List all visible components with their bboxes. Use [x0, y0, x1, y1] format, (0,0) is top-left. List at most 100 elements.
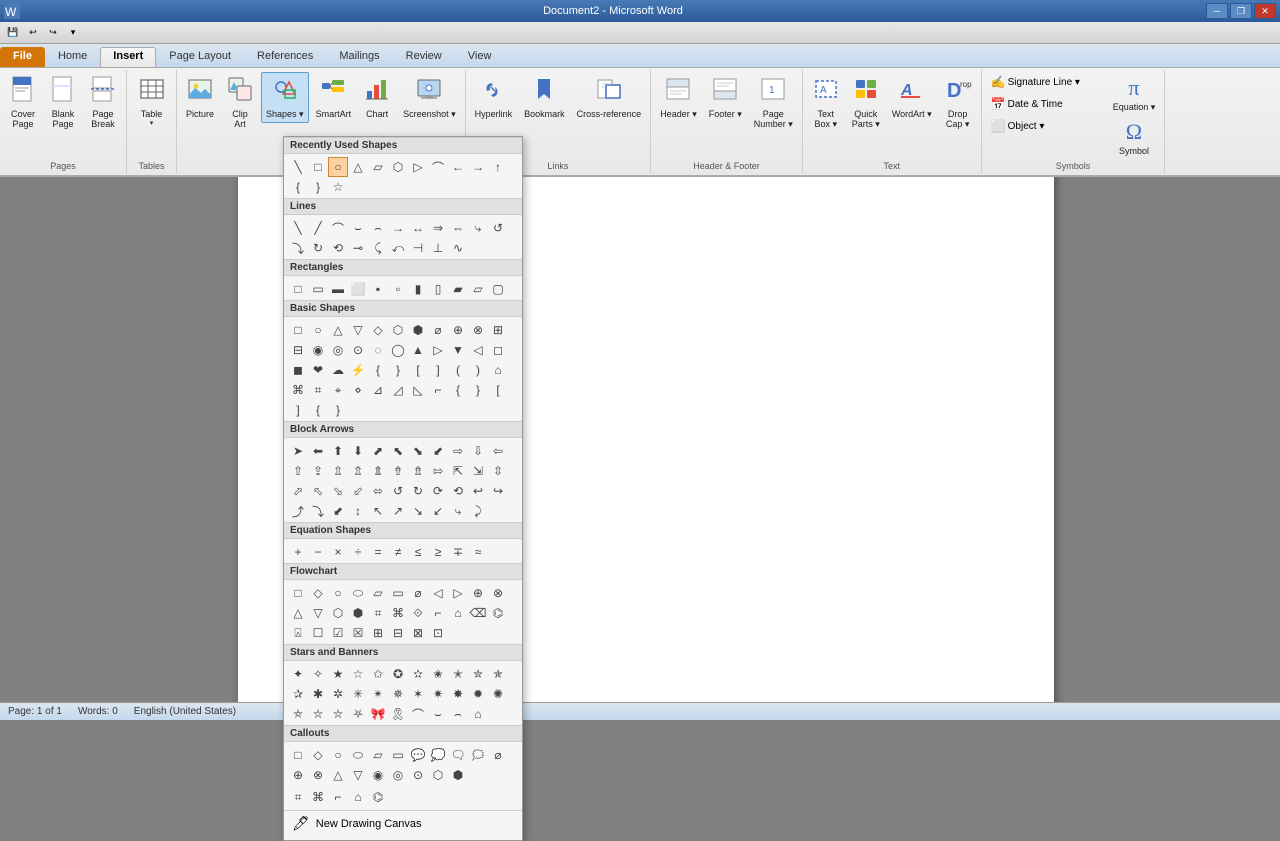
shape-item[interactable]: ) — [468, 360, 488, 380]
chart-button[interactable]: Chart — [358, 72, 396, 122]
clip-art-button[interactable]: ClipArt — [221, 72, 259, 132]
close-button[interactable]: ✕ — [1254, 3, 1276, 19]
shape-item[interactable]: → — [388, 218, 408, 238]
shape-item[interactable]: ╱ — [308, 218, 328, 238]
shape-item[interactable]: ← — [448, 157, 468, 177]
shape-item[interactable]: } — [328, 400, 348, 420]
shape-item[interactable]: ↪ — [488, 481, 508, 501]
shape-item[interactable]: ⊥ — [428, 238, 448, 258]
shape-item[interactable]: ⟳ — [428, 481, 448, 501]
header-button[interactable]: Header ▾ — [655, 72, 702, 123]
tab-view[interactable]: View — [455, 47, 505, 67]
shape-item[interactable]: ✸ — [448, 684, 468, 704]
shape-item[interactable]: ❤ — [308, 360, 328, 380]
shape-item[interactable]: ✭ — [448, 664, 468, 684]
signature-line-button[interactable]: ✍ Signature Line ▾ — [986, 72, 1106, 92]
shape-item[interactable]: ⊙ — [408, 765, 428, 785]
blank-page-button[interactable]: BlankPage — [44, 72, 82, 132]
shape-item[interactable]: ✷ — [428, 684, 448, 704]
shape-item[interactable]: ⬉ — [388, 441, 408, 461]
shape-item[interactable]: ⛧ — [348, 704, 368, 724]
shape-item[interactable]: ⌘ — [288, 380, 308, 400]
tab-references[interactable]: References — [244, 47, 326, 67]
tab-file[interactable]: File — [0, 47, 45, 67]
shape-item[interactable]: ⚡ — [348, 360, 368, 380]
shape-item[interactable]: ▷ — [448, 583, 468, 603]
minimize-button[interactable]: ─ — [1206, 3, 1228, 19]
shape-item[interactable]: ⌂ — [488, 360, 508, 380]
shape-item[interactable]: ⌐ — [428, 380, 448, 400]
shape-item-active[interactable]: ○ — [328, 157, 348, 177]
shape-item[interactable]: ⌐ — [428, 603, 448, 623]
shape-item[interactable]: ⟐ — [408, 603, 428, 623]
tab-insert[interactable]: Insert — [100, 47, 156, 67]
shape-item[interactable]: ▱ — [368, 583, 388, 603]
shape-item[interactable]: ⬆ — [328, 441, 348, 461]
shape-item[interactable]: ∿ — [448, 238, 468, 258]
shape-item[interactable]: ↑ — [488, 157, 508, 177]
shape-item[interactable]: ≠ — [388, 542, 408, 562]
shape-item[interactable]: ▽ — [348, 765, 368, 785]
shape-item[interactable]: △ — [328, 320, 348, 340]
shape-item[interactable]: ↩ — [468, 481, 488, 501]
shape-item[interactable]: ⇮ — [388, 461, 408, 481]
shape-item[interactable]: ⌗ — [308, 380, 328, 400]
shape-item[interactable]: ⬢ — [448, 765, 468, 785]
shape-item[interactable]: = — [368, 542, 388, 562]
shape-item[interactable]: ⊿ — [368, 380, 388, 400]
shape-item[interactable]: { — [288, 177, 308, 197]
shape-item[interactable]: ⬢ — [348, 603, 368, 623]
shape-item[interactable]: ≤ — [408, 542, 428, 562]
shape-item[interactable]: 💬 — [408, 745, 428, 765]
shape-item[interactable]: ◇ — [308, 583, 328, 603]
shape-item[interactable]: ⊙ — [348, 340, 368, 360]
shape-item[interactable]: ⬡ — [428, 765, 448, 785]
shape-item[interactable]: ≥ — [428, 542, 448, 562]
shape-item[interactable]: ⇩ — [468, 441, 488, 461]
shape-item[interactable]: ⤵ — [288, 238, 308, 258]
tab-review[interactable]: Review — [393, 47, 455, 67]
shape-item[interactable]: ◼ — [288, 360, 308, 380]
restore-button[interactable]: ❐ — [1230, 3, 1252, 19]
shape-item[interactable]: ↺ — [388, 481, 408, 501]
shape-item[interactable]: ✮ — [468, 664, 488, 684]
shape-item[interactable]: ⊠ — [408, 623, 428, 643]
new-drawing-canvas-button[interactable]: 🖊 New Drawing Canvas — [284, 810, 522, 836]
shape-item[interactable]: ⛥ — [308, 704, 328, 724]
bookmark-button[interactable]: Bookmark — [519, 72, 570, 122]
shape-item[interactable]: ✩ — [368, 664, 388, 684]
shape-item[interactable]: ⌐ — [328, 787, 348, 807]
shape-item[interactable]: ▷ — [428, 340, 448, 360]
tab-mailings[interactable]: Mailings — [326, 47, 392, 67]
shape-item[interactable]: ╲ — [288, 157, 308, 177]
shape-item[interactable]: ⬢ — [408, 320, 428, 340]
shape-item[interactable]: ⌣ — [428, 704, 448, 724]
shape-item[interactable]: ☆ — [328, 177, 348, 197]
shape-item[interactable]: ✰ — [288, 684, 308, 704]
shape-item[interactable]: ↔ — [408, 218, 428, 238]
shape-item[interactable]: ✱ — [308, 684, 328, 704]
shape-item[interactable]: ☑ — [328, 623, 348, 643]
wordart-button[interactable]: A WordArt ▾ — [887, 72, 937, 123]
shape-item[interactable]: ⤸ — [468, 501, 488, 521]
shape-item[interactable]: ⟲ — [448, 481, 468, 501]
shape-item[interactable]: 🗯 — [468, 745, 488, 765]
qa-save[interactable]: 💾 — [4, 24, 22, 42]
shape-item[interactable]: ⌬ — [488, 603, 508, 623]
shape-item[interactable]: ⌒ — [428, 157, 448, 177]
shape-item[interactable]: ⌣ — [348, 218, 368, 238]
footer-button[interactable]: Footer ▾ — [704, 72, 747, 123]
shape-item[interactable]: ◁ — [428, 583, 448, 603]
date-time-button[interactable]: 📅 Date & Time — [986, 94, 1106, 114]
shape-item[interactable]: ▽ — [348, 320, 368, 340]
shape-item[interactable]: □ — [288, 745, 308, 765]
shape-item[interactable]: ⌒ — [328, 218, 348, 238]
qa-redo[interactable]: ↪ — [44, 24, 62, 42]
shape-item[interactable]: ⌀ — [408, 583, 428, 603]
shape-item[interactable]: □ — [308, 157, 328, 177]
shape-item[interactable]: ⌘ — [308, 787, 328, 807]
shape-item[interactable]: ↺ — [488, 218, 508, 238]
screenshot-button[interactable]: Screenshot ▾ — [398, 72, 461, 123]
shape-item[interactable]: ] — [288, 400, 308, 420]
shape-item[interactable]: ⊗ — [488, 583, 508, 603]
